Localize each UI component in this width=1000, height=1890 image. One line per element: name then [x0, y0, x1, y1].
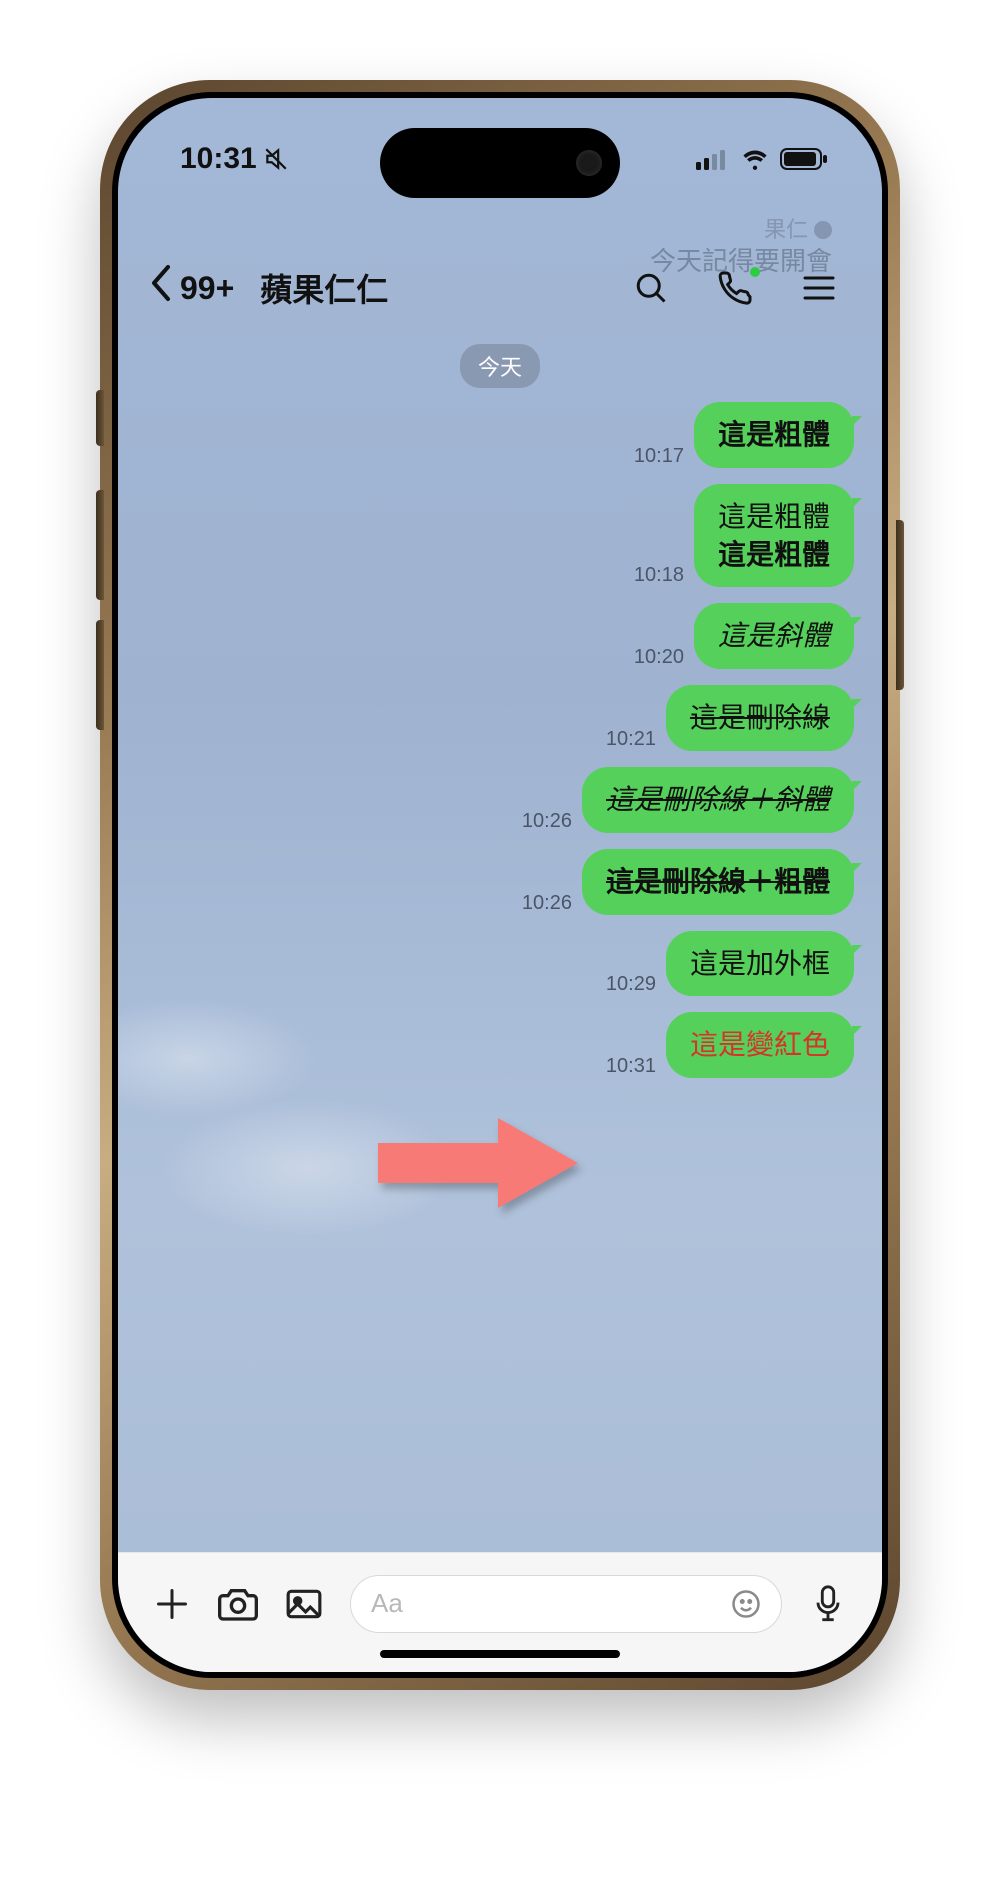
message-row: 10:18 這是粗體 這是粗體 [146, 484, 854, 588]
add-button[interactable] [152, 1584, 192, 1624]
message-input[interactable]: Aa [350, 1575, 782, 1633]
silent-mode-icon [263, 146, 289, 172]
date-separator: 今天 [460, 344, 540, 388]
cellular-signal-icon [696, 148, 730, 170]
status-time: 10:31 [180, 142, 257, 176]
message-text: 這是粗體 [718, 501, 830, 532]
message-row: 10:21 這是刪除線 [146, 685, 854, 751]
voice-button[interactable] [808, 1584, 848, 1624]
message-bubble[interactable]: 這是斜體 [694, 603, 854, 669]
message-row: 10:31 這是變紅色 [146, 1012, 854, 1078]
message-text: 這是加外框 [690, 948, 830, 979]
message-row: 10:26 這是刪除線＋斜體 [146, 767, 854, 833]
message-time: 10:21 [606, 728, 656, 751]
message-time: 10:18 [634, 564, 684, 587]
screen: 果仁 今天記得要開會 10:31 [118, 98, 882, 1672]
message-text: 這是粗體 [718, 419, 830, 450]
message-text: 這是斜體 [718, 620, 830, 651]
message-text: 這是變紅色 [690, 1029, 830, 1060]
message-row: 10:26 這是刪除線＋粗體 [146, 849, 854, 915]
message-time: 10:17 [634, 445, 684, 468]
message-bubble[interactable]: 這是刪除線＋斜體 [582, 767, 854, 833]
message-time: 10:26 [522, 892, 572, 915]
volume-up-button[interactable] [96, 490, 104, 600]
dynamic-island [380, 128, 620, 198]
message-bubble[interactable]: 這是加外框 [666, 931, 854, 997]
chat-scroll[interactable]: 今天 10:17 這是粗體 10:18 這是粗體 這是粗體 10:20 [118, 338, 882, 1552]
message-row: 10:20 這是斜體 [146, 603, 854, 669]
message-bubble[interactable]: 這是粗體 [694, 402, 854, 468]
gallery-button[interactable] [284, 1584, 324, 1624]
call-button[interactable] [716, 269, 754, 307]
message-bubble[interactable]: 這是刪除線 [666, 685, 854, 751]
volume-down-button[interactable] [96, 620, 104, 730]
front-camera [576, 150, 602, 176]
chat-header: 99+ 蘋果仁仁 [118, 248, 882, 328]
message-bubble[interactable]: 這是粗體 這是粗體 [694, 484, 854, 588]
message-bubble[interactable]: 這是刪除線＋粗體 [582, 849, 854, 915]
home-indicator[interactable] [380, 1650, 620, 1658]
message-row: 10:29 這是加外框 [146, 931, 854, 997]
camera-button[interactable] [218, 1584, 258, 1624]
message-bubble[interactable]: 這是變紅色 [666, 1012, 854, 1078]
chat-title[interactable]: 蘋果仁仁 [260, 265, 388, 311]
wifi-icon [740, 148, 770, 170]
message-text: 這是刪除線＋粗體 [606, 866, 830, 897]
call-status-dot [750, 267, 760, 277]
message-text: 這是刪除線＋斜體 [606, 784, 830, 815]
message-time: 10:31 [606, 1055, 656, 1078]
annotation-arrow-icon [368, 1108, 588, 1218]
emoji-icon[interactable] [731, 1589, 761, 1619]
menu-button[interactable] [800, 269, 838, 307]
battery-icon [780, 148, 828, 170]
message-text: 這是刪除線 [690, 702, 830, 733]
search-button[interactable] [632, 269, 670, 307]
message-time: 10:29 [606, 973, 656, 996]
message-time: 10:26 [522, 810, 572, 833]
message-time: 10:20 [634, 646, 684, 669]
unread-badge[interactable]: 99+ [180, 270, 234, 307]
message-row: 10:17 這是粗體 [146, 402, 854, 468]
phone-frame: 果仁 今天記得要開會 10:31 [100, 80, 900, 1690]
power-button[interactable] [896, 520, 904, 690]
input-placeholder: Aa [371, 1588, 403, 1619]
back-button[interactable] [148, 263, 174, 314]
mute-switch[interactable] [96, 390, 104, 446]
message-text: 這是粗體 [718, 539, 830, 570]
